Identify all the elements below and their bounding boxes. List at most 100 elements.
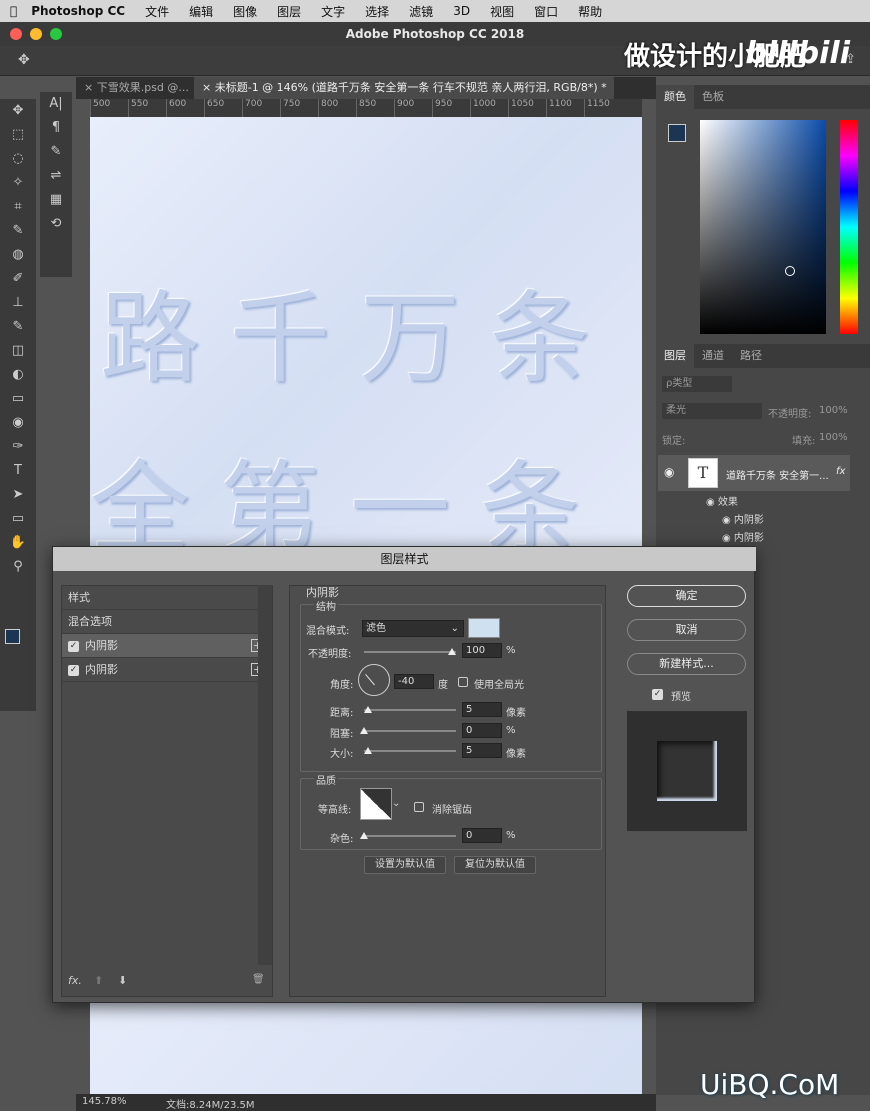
eyedropper-icon[interactable]: ✎ xyxy=(0,219,36,243)
healing-brush-icon[interactable]: ◍ xyxy=(0,243,36,267)
trash-icon[interactable]: 🗑 xyxy=(252,974,265,985)
move-tool-icon[interactable]: ✥ xyxy=(0,99,36,123)
blend-mode-select[interactable]: 柔光 xyxy=(662,403,762,419)
fx-menu-icon[interactable]: fx. xyxy=(68,974,82,987)
choke-input[interactable]: 0 xyxy=(462,723,502,738)
history-icon[interactable]: ⟲ xyxy=(40,212,72,236)
opacity-slider-knob[interactable] xyxy=(448,648,456,655)
angle-dial[interactable] xyxy=(358,664,390,696)
noise-slider[interactable] xyxy=(364,835,456,837)
new-style-button[interactable]: 新建样式... xyxy=(627,653,746,675)
brush-settings-icon[interactable]: ✎ xyxy=(40,140,72,164)
checkbox-icon[interactable]: ✓ xyxy=(68,640,79,652)
menu-layer[interactable]: 图层 xyxy=(267,3,311,20)
document-canvas-lower[interactable] xyxy=(90,1000,642,1095)
move-up-icon[interactable]: ⬆ xyxy=(94,974,103,987)
color-picker-cursor[interactable] xyxy=(785,266,795,276)
preview-checkbox[interactable]: ✓ xyxy=(652,689,663,700)
menu-edit[interactable]: 编辑 xyxy=(179,3,223,20)
lasso-tool-icon[interactable]: ◌ xyxy=(0,147,36,171)
size-slider-knob[interactable] xyxy=(364,747,372,754)
path-select-icon[interactable]: ➤ xyxy=(0,483,36,507)
pen-tool-icon[interactable]: ✑ xyxy=(0,435,36,459)
menu-image[interactable]: 图像 xyxy=(223,3,267,20)
shape-tool-icon[interactable]: ▭ xyxy=(0,507,36,531)
menu-view[interactable]: 视图 xyxy=(480,3,524,20)
brush-tool-icon[interactable]: ✐ xyxy=(0,267,36,291)
opacity-slider[interactable] xyxy=(364,651,456,653)
fx-icon[interactable]: fx xyxy=(836,466,845,477)
tab-color[interactable]: 颜色 xyxy=(656,85,694,109)
styles-scrollbar[interactable] xyxy=(258,585,272,965)
menu-select[interactable]: 选择 xyxy=(355,3,399,20)
marquee-tool-icon[interactable]: ⬚ xyxy=(0,123,36,147)
style-item-inner-shadow-2[interactable]: ✓内阴影 + xyxy=(62,658,272,682)
styles-header[interactable]: 样式 xyxy=(62,586,272,610)
distance-slider[interactable] xyxy=(364,709,456,711)
menu-help[interactable]: 帮助 xyxy=(568,3,612,20)
contour-thumbnail[interactable] xyxy=(360,788,392,820)
magic-wand-icon[interactable]: ✧ xyxy=(0,171,36,195)
menu-app[interactable]: Photoshop CC xyxy=(27,4,135,18)
noise-input[interactable]: 0 xyxy=(462,828,502,843)
cancel-button[interactable]: 取消 xyxy=(627,619,746,641)
checkbox-icon[interactable]: ✓ xyxy=(68,664,79,676)
eraser-icon[interactable]: ◫ xyxy=(0,339,36,363)
eye-icon[interactable]: ◉ xyxy=(664,465,674,479)
zoom-tool-icon[interactable]: ⚲ xyxy=(0,555,36,579)
reset-default-button[interactable]: 复位为默认值 xyxy=(454,856,536,874)
maximize-icon[interactable] xyxy=(50,28,62,40)
distance-input[interactable]: 5 xyxy=(462,702,502,717)
shadow-color-swatch[interactable] xyxy=(468,618,500,638)
layer-name[interactable]: 道路千万条 安全第一... xyxy=(726,467,829,482)
menu-3d[interactable]: 3D xyxy=(443,4,480,18)
angle-input[interactable]: -40 xyxy=(394,674,434,689)
type-tool-icon[interactable]: T xyxy=(0,459,36,483)
stamp-tool-icon[interactable]: ⊥ xyxy=(0,291,36,315)
layer-filter-select[interactable]: ρ类型 xyxy=(662,376,732,392)
character-icon[interactable]: A| xyxy=(40,92,72,116)
tab-close-icon[interactable]: × xyxy=(84,81,97,94)
antialias-checkbox[interactable] xyxy=(414,802,424,812)
tab-channels[interactable]: 通道 xyxy=(694,344,732,368)
foreground-color[interactable] xyxy=(668,124,686,142)
tab-swatches[interactable]: 色板 xyxy=(694,85,732,109)
effect-inner-shadow-1[interactable]: ◉ 内阴影 xyxy=(722,511,764,526)
document-canvas[interactable]: 路千万条 全第一条 xyxy=(90,117,642,547)
history-brush-icon[interactable]: ✎ xyxy=(0,315,36,339)
choke-slider-knob[interactable] xyxy=(360,727,368,734)
opacity-value[interactable]: 100% xyxy=(819,405,848,416)
menu-filter[interactable]: 滤镜 xyxy=(399,3,443,20)
size-slider[interactable] xyxy=(364,750,456,752)
blur-icon[interactable]: ▭ xyxy=(0,387,36,411)
style-item-inner-shadow-1[interactable]: ✓内阴影 + xyxy=(62,634,272,658)
choke-slider[interactable] xyxy=(364,730,456,732)
tab-snow-psd[interactable]: × 下雪效果.psd @... xyxy=(76,77,194,99)
gradient-icon[interactable]: ◐ xyxy=(0,363,36,387)
close-icon[interactable] xyxy=(10,28,22,40)
move-icon[interactable]: ✥ xyxy=(18,52,30,68)
apple-icon[interactable]:  xyxy=(0,4,27,18)
size-input[interactable]: 5 xyxy=(462,743,502,758)
tab-paths[interactable]: 路径 xyxy=(732,344,770,368)
color-picker-field[interactable] xyxy=(700,120,826,334)
set-default-button[interactable]: 设置为默认值 xyxy=(364,856,446,874)
menu-type[interactable]: 文字 xyxy=(311,3,355,20)
menu-file[interactable]: 文件 xyxy=(135,3,179,20)
dodge-icon[interactable]: ◉ xyxy=(0,411,36,435)
crop-tool-icon[interactable]: ⌗ xyxy=(0,195,36,219)
hand-tool-icon[interactable]: ✋ xyxy=(0,531,36,555)
opacity-input[interactable]: 100 xyxy=(462,643,502,658)
ok-button[interactable]: 确定 xyxy=(627,585,746,607)
layer-row-text[interactable]: ◉ T 道路千万条 安全第一... fx xyxy=(658,455,850,491)
distance-slider-knob[interactable] xyxy=(364,706,372,713)
zoom-level[interactable]: 145.78% xyxy=(82,1096,127,1107)
adjustments-icon[interactable]: ⇌ xyxy=(40,164,72,188)
paragraph-icon[interactable]: ¶ xyxy=(40,116,72,140)
move-down-icon[interactable]: ⬇ xyxy=(118,974,127,987)
minimize-icon[interactable] xyxy=(30,28,42,40)
blend-options-item[interactable]: 混合选项 xyxy=(62,610,272,634)
hue-slider[interactable] xyxy=(840,120,858,334)
foreground-color-swatch[interactable] xyxy=(5,629,20,644)
libraries-icon[interactable]: ▦ xyxy=(40,188,72,212)
